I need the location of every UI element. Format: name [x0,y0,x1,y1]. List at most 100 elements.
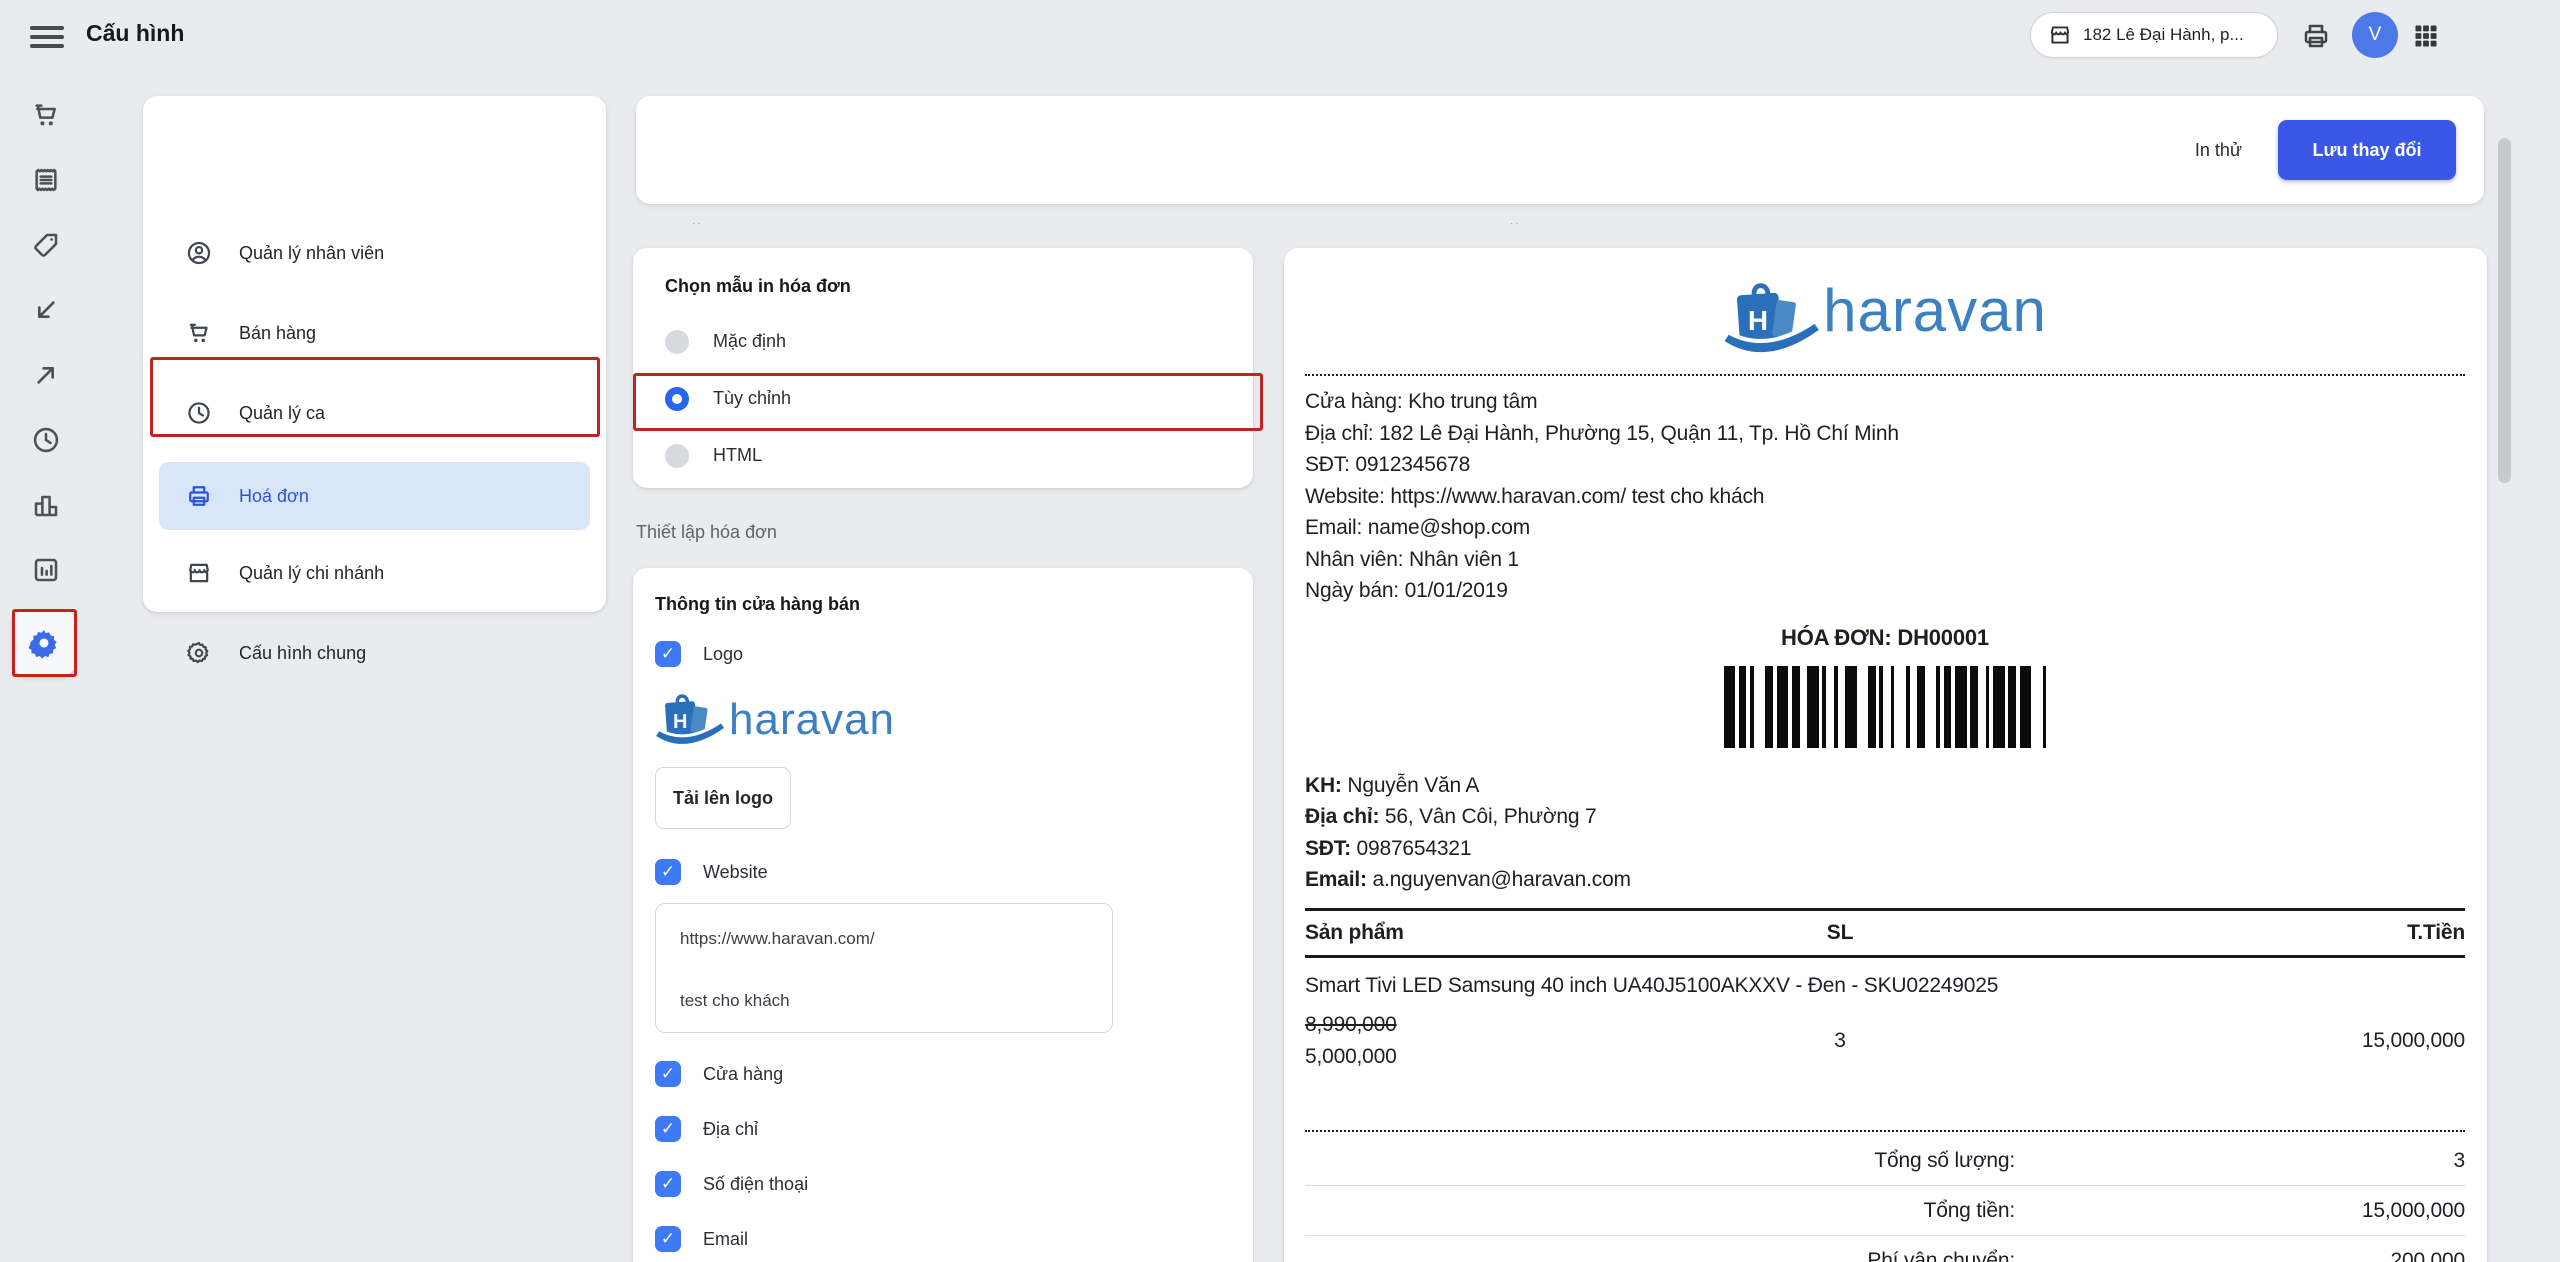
print-test-button[interactable]: In thử [2195,140,2242,161]
total-label: Phí vận chuyển: [1305,1249,2015,1262]
svg-text:H: H [1748,305,1768,336]
rail-settings-active[interactable] [12,610,76,676]
storefront-icon [185,559,213,587]
invoice-customer-line: SĐT: 0987654321 [1305,833,2465,865]
customer-label: Địa chỉ: [1305,805,1379,828]
settings-gear-icon [27,626,61,660]
person-circle-icon [185,239,213,267]
sidebar-item-label: Quản lý nhân viên [239,243,384,264]
rail-tag-icon[interactable] [30,229,62,261]
printer-icon [185,482,213,510]
sidebar-item-branches[interactable]: Quản lý chi nhánh [159,542,590,604]
checkbox-store-name[interactable]: ✓ Cửa hàng [655,1061,1231,1087]
storefront-icon [2047,22,2073,48]
website-value-line2: test cho khách [680,988,1088,1014]
invoice-logo-text: haravan [1823,276,2047,362]
print-icon[interactable] [2300,20,2332,52]
product-name: Smart Tivi LED Samsung 40 inch UA40J5100… [1305,970,2465,1002]
dotted-separator [1305,374,2465,376]
checkbox-website[interactable]: ✓ Website [655,859,1231,885]
avatar-initial: V [2369,24,2382,46]
clipped-text-fragment: ·· [692,218,703,229]
sidebar-item-shifts[interactable]: Quản lý ca [159,382,590,444]
radio-selected-icon [665,387,689,411]
sidebar-item-label: Quản lý ca [239,403,325,424]
settings-menu-card: Quản lý nhân viên Bán hàng Quản lý ca Ho… [143,96,606,612]
invoice-store-line: Ngày bán: 01/01/2019 [1305,575,2465,607]
rail-clock-icon[interactable] [30,424,62,456]
radio-option-default[interactable]: Mặc định [665,313,1221,370]
total-row-shipping: Phí vận chuyển: 200,000 [1305,1236,2465,1262]
checkbox-checked-icon: ✓ [655,1171,681,1197]
checkbox-checked-icon: ✓ [655,859,681,885]
sidebar-item-invoice[interactable]: Hoá đơn [159,462,590,530]
save-changes-button[interactable]: Lưu thay đổi [2278,120,2456,180]
sidebar-item-label: Quản lý chi nhánh [239,563,384,584]
radio-icon [665,444,689,468]
product-qty: 3 [1795,1025,1885,1057]
product-price: 5,000,000 [1305,1041,1795,1073]
checkbox-checked-icon: ✓ [655,641,681,667]
branch-selector-button[interactable]: 182 Lê Đại Hành, p... [2030,12,2278,58]
menu-hamburger-icon[interactable] [30,26,64,48]
sidebar-item-label: Cấu hình chung [239,643,366,664]
radio-icon [665,330,689,354]
customer-label: KH: [1305,774,1342,797]
product-line-total: 15,000,000 [1885,1025,2465,1057]
checkbox-label: Cửa hàng [703,1064,783,1085]
invoice-title: HÓA ĐƠN: DH00001 [1305,625,2465,651]
svg-text:H: H [673,711,687,733]
dotted-separator [1305,1130,2465,1132]
checkbox-email[interactable]: ✓ Email [655,1226,1231,1252]
table-header-total: T.Tiền [1885,921,2465,945]
rail-receipt-icon[interactable] [30,164,62,196]
vertical-scrollbar-thumb[interactable] [2498,138,2511,483]
user-avatar[interactable]: V [2352,12,2398,58]
sidebar-item-general-settings[interactable]: Cấu hình chung [159,622,590,684]
rail-report-icon[interactable] [30,554,62,586]
clock-icon [185,399,213,427]
checkbox-logo[interactable]: ✓ Logo [655,641,1231,667]
action-bar: In thử Lưu thay đổi [636,96,2484,204]
checkbox-label: Số điện thoại [703,1174,808,1195]
product-old-price: 8,990,000 [1305,1009,1795,1041]
apps-grid-icon[interactable] [2412,22,2440,50]
clipped-text-fragment: ·· [1510,218,1521,229]
invoice-store-line: Cửa hàng: Kho trung tâm [1305,386,2465,418]
sidebar-item-staff[interactable]: Quản lý nhân viên [159,222,590,284]
checkbox-address[interactable]: ✓ Địa chỉ [655,1116,1231,1142]
gear-icon [185,639,213,667]
invoice-preview: H haravan Cửa hàng: Kho trung tâm Địa ch… [1284,248,2487,1262]
total-value: 200,000 [2015,1249,2465,1262]
settings-section-label: Thiết lập hóa đơn [636,522,777,543]
radio-option-custom[interactable]: Tùy chỉnh [665,370,1221,427]
total-row-amount: Tổng tiền: 15,000,000 [1305,1186,2465,1235]
invoice-store-line: Email: name@shop.com [1305,512,2465,544]
invoice-haravan-logo: H haravan [1305,276,2465,362]
checkbox-checked-icon: ✓ [655,1226,681,1252]
checkbox-phone[interactable]: ✓ Số điện thoại [655,1171,1231,1197]
rail-arrow-up-right-icon[interactable] [30,359,62,391]
checkbox-label: Email [703,1229,748,1250]
haravan-logo-text: haravan [729,695,895,745]
store-info-title: Thông tin cửa hàng bán [655,594,1231,615]
page-title: Cấu hình [86,20,184,47]
store-info-card: Thông tin cửa hàng bán ✓ Logo H haravan … [633,568,1253,1262]
rail-bar-chart-icon[interactable] [30,489,62,521]
rail-cart-icon[interactable] [30,99,62,131]
total-row-quantity: Tổng số lượng: 3 [1305,1136,2465,1185]
checkbox-checked-icon: ✓ [655,1061,681,1087]
total-value: 3 [2015,1149,2465,1173]
cart-icon [185,319,213,347]
invoice-customer-line: KH: Nguyễn Văn A [1305,770,2465,802]
website-textarea[interactable]: https://www.haravan.com/ test cho khách [655,903,1113,1033]
sidebar-item-label: Bán hàng [239,323,316,344]
website-value-line1: https://www.haravan.com/ [680,926,1088,952]
radio-option-html[interactable]: HTML [665,427,1221,484]
customer-value: a.nguyenvan@haravan.com [1372,868,1630,891]
rail-arrow-down-left-icon[interactable] [30,294,62,326]
customer-value: 0987654321 [1357,837,1472,860]
sidebar-item-sales[interactable]: Bán hàng [159,302,590,364]
invoice-customer-line: Email: a.nguyenvan@haravan.com [1305,864,2465,896]
upload-logo-button[interactable]: Tải lên logo [655,767,791,829]
